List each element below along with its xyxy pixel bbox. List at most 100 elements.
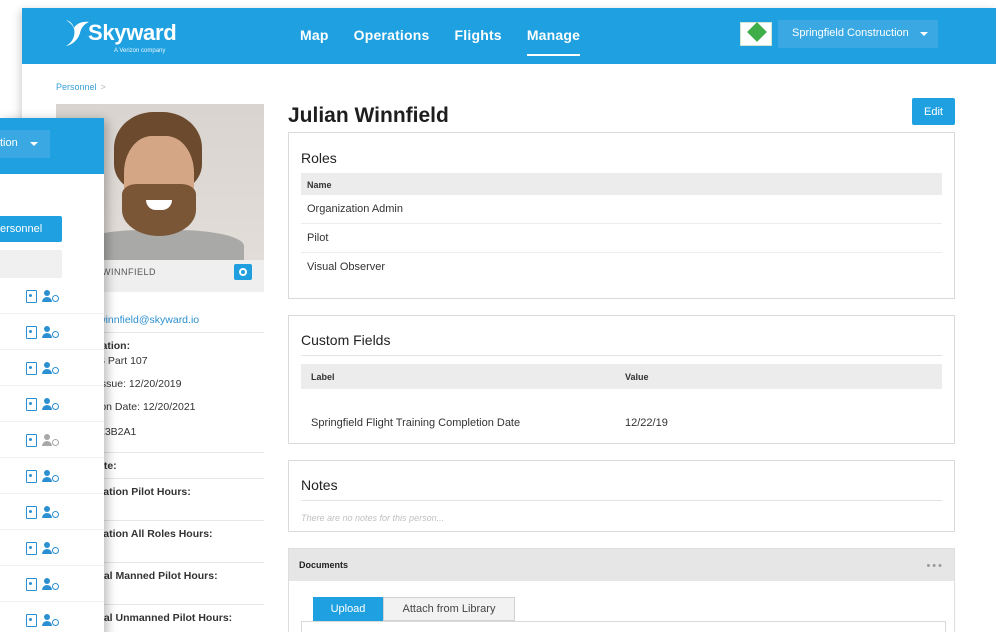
front-organization-select[interactable]: tion: [0, 130, 50, 158]
divider: [98, 604, 264, 605]
document-icon[interactable]: [26, 398, 37, 411]
edit-button[interactable]: Edit: [912, 98, 955, 125]
manned-pilot-hours-label: cal Manned Pilot Hours:: [98, 570, 218, 582]
custom-fields-table-header: Label Value: [301, 364, 942, 389]
front-window-topbar: tion: [0, 118, 104, 174]
list-item[interactable]: [0, 566, 104, 602]
breadcrumb: Personnel >: [56, 82, 106, 92]
ellipsis-icon[interactable]: •••: [926, 560, 944, 572]
table-row: Organization Admin: [301, 195, 942, 224]
email-link[interactable]: winnfield@skyward.io: [98, 314, 199, 326]
logo-subtext: A Verizon company: [114, 48, 166, 54]
person-key-icon[interactable]: [42, 578, 60, 591]
document-icon[interactable]: [26, 614, 37, 627]
list-item[interactable]: [0, 530, 104, 566]
table-row: Visual Observer: [301, 253, 942, 282]
organization-select[interactable]: Springfield Construction: [778, 20, 938, 48]
org-pilot-hours-label: zation Pilot Hours:: [98, 486, 191, 498]
chevron-down-icon: [920, 32, 928, 36]
role-name: Visual Observer: [307, 261, 386, 273]
label-column-header: Label: [311, 372, 335, 382]
nav-item-operations[interactable]: Operations: [354, 8, 430, 64]
divider: [98, 478, 264, 479]
tab-attach-from-library[interactable]: Attach from Library: [383, 597, 515, 621]
notes-panel: Notes There are no notes for this person…: [288, 460, 955, 532]
camera-icon[interactable]: [234, 264, 252, 280]
list-item[interactable]: [0, 602, 104, 632]
documents-tab-content: [301, 621, 946, 632]
logo-text: Skyward: [88, 20, 177, 45]
documents-title: Documents: [299, 560, 349, 570]
document-icon[interactable]: [26, 434, 37, 447]
main-window: Skyward A Verizon company Map Operations…: [22, 8, 996, 632]
unmanned-pilot-hours-label: cal Unmanned Pilot Hours:: [98, 612, 233, 624]
person-key-icon[interactable]: [42, 362, 60, 375]
person-name-heading: Julian Winnfield: [288, 104, 449, 127]
documents-panel: Documents ••• Upload Attach from Library: [288, 548, 955, 632]
list-item[interactable]: [0, 422, 104, 458]
roles-name-column-header: Name: [307, 180, 332, 190]
custom-field-label: Springfield Flight Training Completion D…: [311, 417, 521, 429]
document-icon[interactable]: [26, 542, 37, 555]
list-item[interactable]: [0, 386, 104, 422]
documents-header: Documents •••: [289, 549, 954, 581]
divider: [98, 452, 264, 453]
organization-select-label: Springfield Construction: [792, 27, 909, 39]
notes-title: Notes: [301, 477, 338, 493]
document-icon[interactable]: [26, 326, 37, 339]
document-icon[interactable]: [26, 578, 37, 591]
breadcrumb-personnel-link[interactable]: Personnel: [56, 82, 97, 92]
person-key-icon[interactable]: [42, 290, 60, 303]
document-icon[interactable]: [26, 470, 37, 483]
person-key-icon[interactable]: [42, 614, 60, 627]
main-nav: Map Operations Flights Manage: [300, 8, 605, 64]
custom-fields-title: Custom Fields: [301, 332, 391, 348]
photo-name-caption: WINNFIELD: [102, 267, 156, 277]
list-item[interactable]: [0, 458, 104, 494]
roles-title: Roles: [301, 150, 337, 166]
custom-field-value: 12/22/19: [625, 417, 668, 429]
organization-logo: [740, 22, 772, 46]
list-item[interactable]: [0, 278, 104, 314]
personnel-table-header: [0, 250, 62, 278]
value-column-header: Value: [625, 372, 649, 382]
person-key-icon[interactable]: [42, 434, 60, 447]
bird-logo-icon: [66, 20, 89, 46]
skyward-logo[interactable]: Skyward A Verizon company: [62, 14, 182, 60]
tab-upload[interactable]: Upload: [313, 597, 383, 621]
expiration-date: ion Date: 12/20/2021: [98, 401, 196, 413]
divider: [301, 355, 942, 356]
certification-value: S Part 107: [98, 355, 148, 367]
custom-fields-panel: Custom Fields Label Value Springfield Fl…: [288, 315, 955, 444]
roles-panel: Roles Name Organization Admin Pilot Visu…: [288, 132, 955, 299]
nav-item-map[interactable]: Map: [300, 8, 329, 64]
list-item[interactable]: [0, 494, 104, 530]
org-all-roles-hours-label: zation All Roles Hours:: [98, 528, 213, 540]
person-key-icon[interactable]: [42, 398, 60, 411]
personnel-list-window: tion ersonnel: [0, 118, 104, 632]
list-item[interactable]: [0, 350, 104, 386]
list-item[interactable]: [0, 314, 104, 350]
divider: [98, 332, 264, 333]
add-personnel-button[interactable]: ersonnel: [0, 216, 62, 242]
role-name: Organization Admin: [307, 203, 403, 215]
document-icon[interactable]: [26, 506, 37, 519]
nav-item-manage[interactable]: Manage: [526, 8, 581, 64]
person-key-icon[interactable]: [42, 326, 60, 339]
document-icon[interactable]: [26, 290, 37, 303]
breadcrumb-separator: >: [100, 82, 106, 92]
chevron-down-icon: [30, 142, 38, 146]
person-key-icon[interactable]: [42, 542, 60, 555]
divider: [98, 562, 264, 563]
table-row: Springfield Flight Training Completion D…: [301, 409, 942, 438]
roles-table-header: Name: [301, 173, 942, 195]
table-row: Pilot: [301, 224, 942, 253]
person-key-icon[interactable]: [42, 470, 60, 483]
nav-item-flights[interactable]: Flights: [455, 8, 502, 64]
person-key-icon[interactable]: [42, 506, 60, 519]
divider: [98, 520, 264, 521]
document-icon[interactable]: [26, 362, 37, 375]
front-organization-select-label: tion: [0, 137, 18, 149]
issue-date: Issue: 12/20/2019: [98, 378, 182, 390]
cube-logo-icon: [747, 22, 767, 42]
